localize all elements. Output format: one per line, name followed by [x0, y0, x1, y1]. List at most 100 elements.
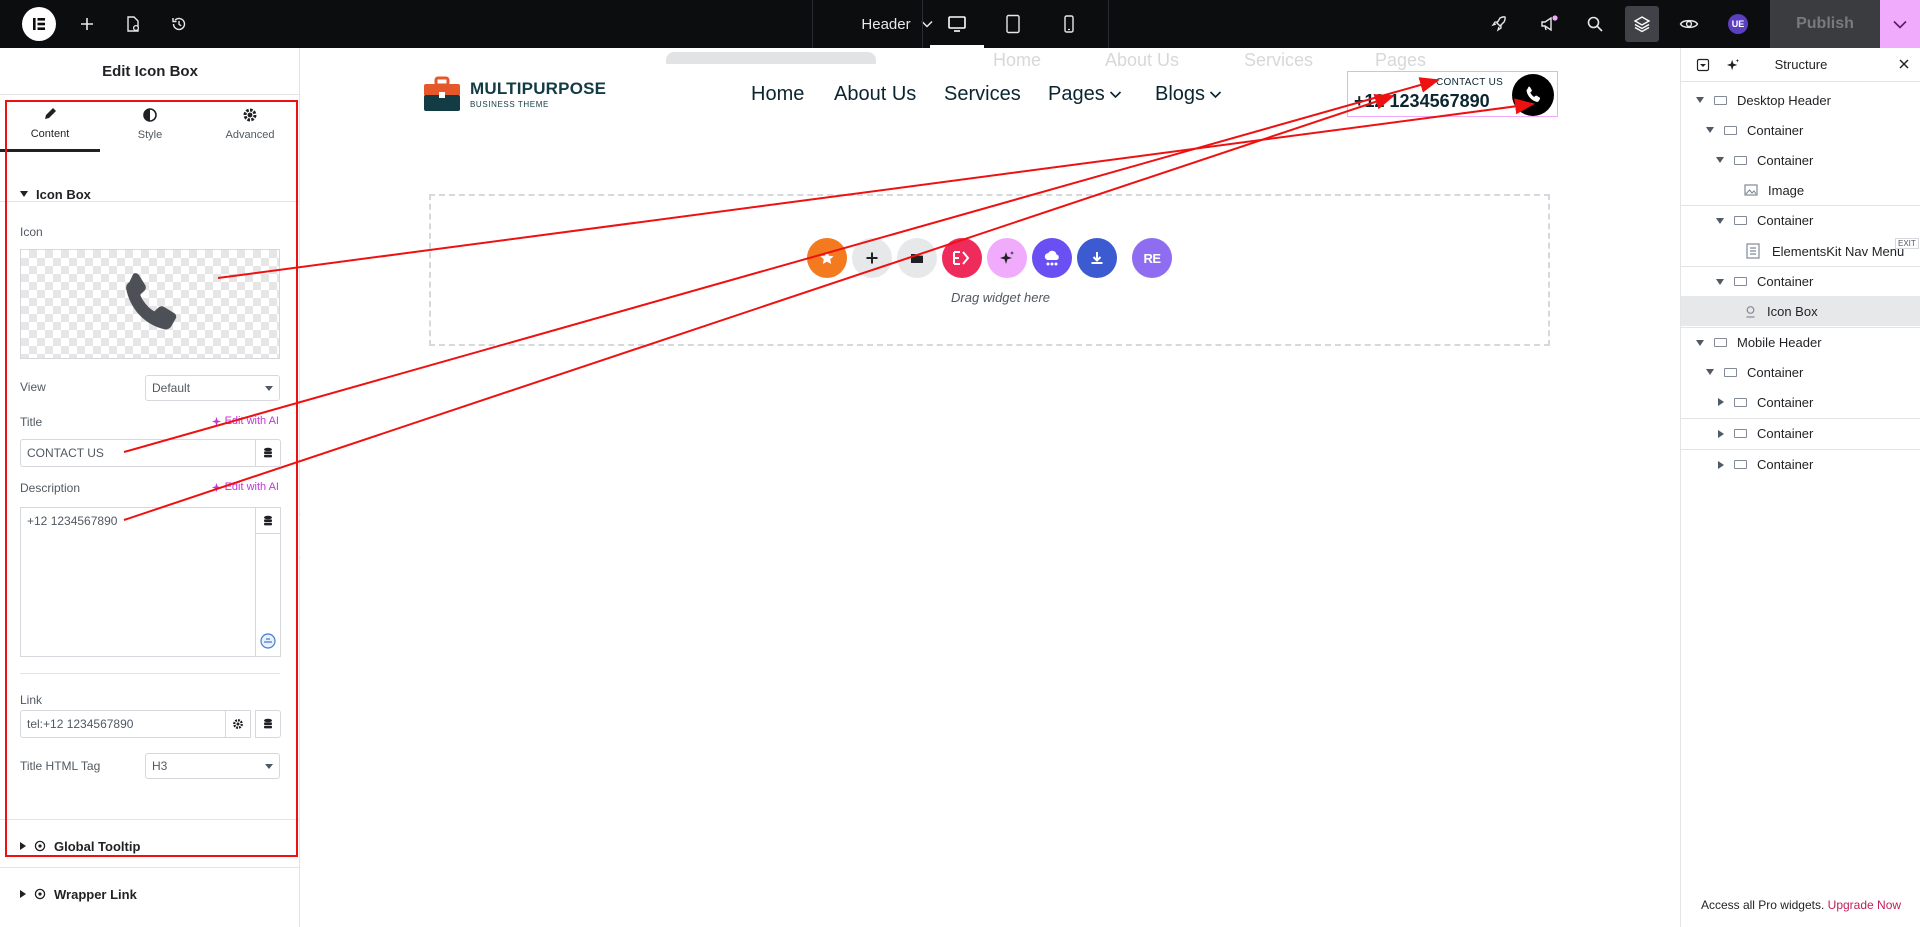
link-dynamic-tags-button[interactable]	[255, 710, 281, 738]
title-dynamic-tags-button[interactable]	[255, 439, 281, 467]
search-button[interactable]	[1582, 0, 1608, 48]
cloud-library-button[interactable]	[1032, 238, 1072, 278]
folder-icon	[911, 254, 923, 263]
description-dynamic-tags-button[interactable]	[256, 508, 280, 534]
exit-badge[interactable]: EXIT	[1895, 238, 1919, 249]
elementor-logo-button[interactable]	[22, 7, 56, 41]
notifications-button[interactable]	[1536, 0, 1562, 48]
tree-item-container[interactable]: Container	[1681, 205, 1920, 235]
nav-item-blogs[interactable]: Blogs	[1155, 83, 1222, 106]
site-settings-button[interactable]	[1486, 0, 1512, 48]
mobile-view-button[interactable]	[1056, 0, 1082, 48]
elementor-logo-icon	[33, 18, 45, 30]
gear-icon	[233, 719, 243, 729]
tree-item-container[interactable]: Container	[1681, 357, 1920, 387]
tab-advanced[interactable]: Advanced	[200, 96, 300, 152]
tab-content-label: Content	[30, 127, 70, 140]
title-input[interactable]: CONTACT US	[20, 439, 256, 467]
section-wrapper-link[interactable]: Wrapper Link	[0, 867, 300, 915]
tablet-view-button[interactable]	[1000, 0, 1026, 48]
cloud-icon	[1044, 250, 1059, 266]
page-settings-button[interactable]	[120, 0, 146, 48]
page-settings-icon	[127, 16, 140, 32]
elementskit-button[interactable]	[942, 238, 982, 278]
plus-icon	[866, 252, 878, 264]
tab-style[interactable]: Style	[100, 96, 200, 152]
tree-item-container[interactable]: Container	[1681, 145, 1920, 175]
nav-item-pages[interactable]: Pages	[1048, 83, 1122, 106]
caret-down-icon	[1706, 127, 1714, 133]
preview-button[interactable]	[1676, 0, 1702, 48]
history-button[interactable]	[166, 0, 192, 48]
panel-title: Edit Icon Box	[0, 48, 300, 95]
user-avatar[interactable]: UE	[1728, 14, 1748, 34]
elementskit-badge-icon	[34, 888, 46, 900]
ai-sparkle-icon	[211, 482, 221, 492]
description-edit-with-ai-link[interactable]: Edit with AI	[211, 481, 279, 493]
tree-item-container[interactable]: Container	[1681, 266, 1920, 296]
icon-box-icon[interactable]	[1512, 74, 1554, 116]
favorite-star-button[interactable]	[807, 238, 847, 278]
eye-icon	[1679, 19, 1699, 29]
publish-options-button[interactable]	[1880, 0, 1920, 48]
tree-item-container[interactable]: Container	[1681, 387, 1920, 417]
caret-right-icon	[20, 842, 26, 850]
title-edit-with-ai-link[interactable]: Edit with AI	[211, 415, 279, 427]
collapse-all-button[interactable]	[1696, 58, 1710, 75]
tree-item-icon-box[interactable]: Icon Box	[1681, 296, 1920, 326]
drag-widget-dropzone[interactable]	[429, 194, 1550, 346]
top-bar: Header UE Publish	[0, 0, 1920, 48]
nav-item-services[interactable]: Services	[944, 83, 1021, 106]
desktop-view-button[interactable]	[944, 0, 970, 48]
tree-item-desktop-header[interactable]: Desktop Header	[1681, 85, 1920, 115]
description-textarea[interactable]: +12 1234567890	[20, 507, 256, 657]
section-icon-box-toggle[interactable]: Icon Box	[20, 184, 91, 204]
structure-ai-button[interactable]	[1726, 58, 1740, 75]
tree-item-mobile-header[interactable]: Mobile Header	[1681, 327, 1920, 357]
icon-picker[interactable]	[20, 249, 280, 359]
nav-item-home[interactable]: Home	[751, 83, 804, 106]
drag-widget-text: Drag widget here	[951, 290, 1050, 305]
site-logo-sub: BUSINESS THEME	[470, 100, 549, 109]
nav-item-label: Services	[944, 83, 1021, 105]
site-logo-text: MULTIPURPOSE BUSINESS THEME	[470, 79, 606, 109]
add-element-button[interactable]	[74, 0, 100, 48]
template-folder-button[interactable]	[897, 238, 937, 278]
tree-item-container[interactable]: Container	[1681, 115, 1920, 145]
download-button[interactable]	[1077, 238, 1117, 278]
pencil-icon	[45, 107, 56, 119]
site-logo[interactable]: MULTIPURPOSE BUSINESS THEME	[423, 76, 606, 112]
tree-item-container[interactable]: Container	[1681, 418, 1920, 448]
structure-toggle-button[interactable]	[1629, 0, 1655, 48]
tree-item-elementskit-nav-menu[interactable]: ElementsKit Nav Menu EXIT	[1681, 236, 1920, 266]
tab-content[interactable]: Content	[0, 96, 100, 152]
ghost-nav-item: Services	[1244, 50, 1314, 70]
tree-item-label: Mobile Header	[1737, 335, 1822, 350]
grammar-assistant-icon	[260, 633, 276, 649]
database-icon	[264, 515, 272, 525]
section-wrapper-link-head: Wrapper Link	[20, 884, 137, 904]
structure-close-button[interactable]	[1898, 58, 1910, 73]
caret-right-icon	[20, 890, 26, 898]
view-select-value: Default	[152, 381, 191, 395]
nav-item-label: Pages	[1048, 83, 1105, 105]
add-section-button[interactable]	[852, 238, 892, 278]
upgrade-now-link[interactable]: Upgrade Now	[1828, 898, 1901, 912]
nav-item-about-us[interactable]: About Us	[834, 83, 916, 106]
royal-elements-label: RE	[1143, 250, 1161, 266]
royal-elements-button[interactable]: RE	[1132, 238, 1172, 278]
view-select[interactable]: Default	[145, 375, 280, 401]
link-label: Link	[20, 693, 43, 707]
grammar-assistant-button[interactable]	[259, 632, 277, 655]
publish-button[interactable]: Publish	[1770, 0, 1880, 48]
container-icon	[1734, 216, 1747, 225]
title-html-tag-select[interactable]: H3	[145, 753, 280, 779]
tree-item-image[interactable]: Image	[1681, 175, 1920, 205]
link-input[interactable]: tel:+12 1234567890	[20, 710, 226, 738]
tree-item-label: Container	[1757, 213, 1814, 228]
tree-item-container[interactable]: Container	[1681, 449, 1920, 479]
section-global-tooltip[interactable]: Global Tooltip	[0, 819, 300, 867]
ai-sparkle-button[interactable]	[987, 238, 1027, 278]
link-options-button[interactable]	[225, 710, 251, 738]
elementskit-badge-icon	[34, 840, 46, 852]
